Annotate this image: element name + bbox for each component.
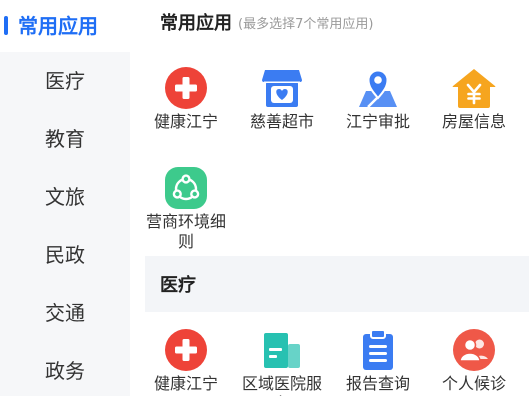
app-tile-charity-supermarket[interactable]: 慈善超市 <box>234 56 330 156</box>
medical-app-grid: 健康江宁 区域医院服务 <box>130 312 529 396</box>
section-title: 医疗 <box>160 275 196 296</box>
sidebar-item-label: 民政 <box>45 243 85 267</box>
app-label: 区域医院服务 <box>241 374 322 396</box>
sidebar-item-favorites[interactable]: 常用应用 <box>0 0 130 52</box>
sidebar-item-education[interactable]: 教育 <box>0 110 130 168</box>
app-label: 报告查询 <box>345 374 410 393</box>
house-yuan-icon <box>452 66 496 110</box>
category-sidebar: 常用应用 医疗 教育 文旅 民政 交通 政务 <box>0 0 130 396</box>
app-tile-report-query[interactable]: 报告查询 <box>330 312 426 396</box>
app-tile-jiangning-approval[interactable]: 江宁审批 <box>330 56 426 156</box>
circular-arrows-icon <box>164 166 208 210</box>
favorites-limit-hint: (最多选择7个常用应用) <box>238 16 374 32</box>
app-tile-personal-queue[interactable]: 个人候诊 <box>426 312 522 396</box>
app-label: 江宁审批 <box>345 112 410 131</box>
app-tile-health-jiangning-medical[interactable]: 健康江宁 <box>138 312 234 396</box>
app-tile-housing-info[interactable]: 房屋信息 <box>426 56 522 156</box>
favorites-app-grid: 健康江宁 慈善超市 江宁审批 房屋信息 营商环境细则 <box>130 44 529 256</box>
app-label: 健康江宁 <box>153 112 218 131</box>
map-pin-icon <box>356 66 400 110</box>
clipboard-icon <box>356 328 400 372</box>
charity-shop-icon <box>260 66 304 110</box>
app-tile-regional-hospital-service[interactable]: 区域医院服务 <box>234 312 330 396</box>
medical-cross-icon <box>164 328 208 372</box>
sidebar-item-transport[interactable]: 交通 <box>0 284 130 342</box>
app-label: 个人候诊 <box>441 374 506 393</box>
app-label: 房屋信息 <box>441 112 506 131</box>
app-label: 慈善超市 <box>249 112 314 131</box>
favorites-title: 常用应用 <box>160 13 232 34</box>
section-header-medical: 医疗 <box>145 256 529 312</box>
app-tile-business-environment-rules[interactable]: 营商环境细则 <box>138 156 234 256</box>
active-indicator <box>4 16 8 35</box>
app-tile-health-jiangning[interactable]: 健康江宁 <box>138 56 234 156</box>
favorites-header: 常用应用 (最多选择7个常用应用) <box>130 0 529 44</box>
app-root: 常用应用 医疗 教育 文旅 民政 交通 政务 常用应用 (最多选择7个常用应用) <box>0 0 529 396</box>
sidebar-item-label: 政务 <box>45 359 85 383</box>
sidebar-item-medical[interactable]: 医疗 <box>0 52 130 110</box>
sidebar-item-label: 交通 <box>45 301 85 325</box>
sidebar-item-government-affairs[interactable]: 政务 <box>0 342 130 396</box>
people-icon <box>452 328 496 372</box>
app-list-panel: 常用应用 (最多选择7个常用应用) 健康江宁 慈善超市 江宁审批 房屋信息 营商… <box>130 0 529 396</box>
sidebar-item-label: 医疗 <box>45 69 85 93</box>
sidebar-item-label: 教育 <box>45 127 85 151</box>
sidebar-item-civil-affairs[interactable]: 民政 <box>0 226 130 284</box>
hospital-card-icon <box>260 328 304 372</box>
medical-cross-icon <box>164 66 208 110</box>
app-label: 健康江宁 <box>153 374 218 393</box>
sidebar-item-label: 常用应用 <box>18 14 98 38</box>
sidebar-item-label: 文旅 <box>45 185 85 209</box>
app-label: 营商环境细则 <box>145 212 226 251</box>
sidebar-item-culture-tourism[interactable]: 文旅 <box>0 168 130 226</box>
